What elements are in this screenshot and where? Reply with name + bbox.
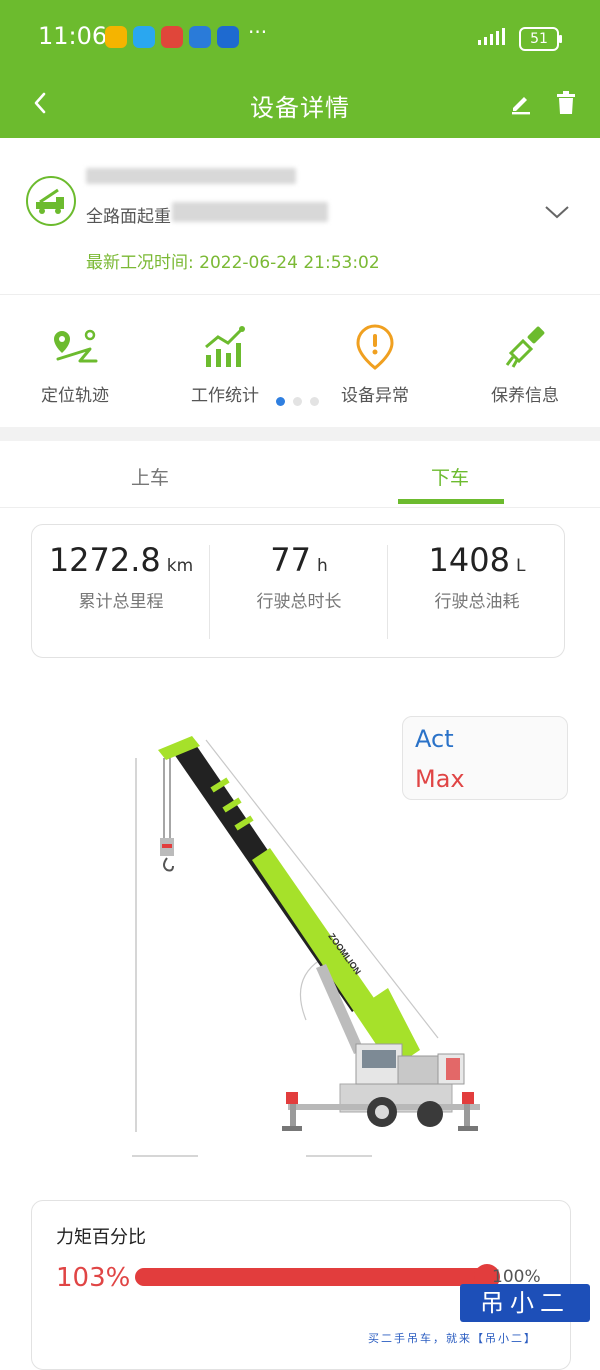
torque-progress-bar [135,1264,500,1290]
menu-label: 设备异常 [341,386,409,406]
warning-pin-icon [356,324,394,370]
page-indicator [276,397,319,406]
status-time: 11:06 [38,22,108,50]
stat-mileage: 1272.8 km 累计总里程 [32,541,210,612]
torque-title: 力矩百分比 [56,1227,146,1248]
page-dot [310,397,319,406]
menu-label: 定位轨迹 [41,386,109,406]
stats-card: 1272.8 km 累计总里程 77 h 行驶总时长 1408 L 行驶总油耗 [31,524,565,658]
stat-value: 1272.8 [48,541,161,579]
torque-value: 103% [56,1263,131,1293]
stat-unit: h [316,556,328,576]
bar-chart-icon [205,326,245,367]
latest-condition-label: 最新工况时间: [86,253,194,273]
redacted-name [86,168,296,184]
nav-bar: 设备详情 [0,72,600,138]
page-dot-active [276,397,285,406]
watermark-slogan: 买二手吊车，就来【吊小二】 [368,1332,537,1345]
brush-icon [505,326,545,368]
page-dot [293,397,302,406]
menu-item-work-stats[interactable]: 工作统计 [150,321,300,406]
chevron-down-icon[interactable] [544,204,570,220]
more-notifications: ··· [248,20,268,44]
chat-icon [133,26,155,48]
battery-indicator: 51 [519,27,562,51]
latest-condition-value: 2022-06-24 21:53:02 [199,253,380,273]
browser-icon [189,26,211,48]
weibo-icon [105,26,127,48]
stat-duration: 77 h 行驶总时长 [210,541,388,612]
menu-label: 保养信息 [491,386,559,406]
app-icon [217,26,239,48]
menu-item-location[interactable]: 定位轨迹 [0,321,150,406]
stat-fuel: 1408 L 行驶总油耗 [388,541,566,612]
tab-bar: 上车 下车 [0,441,600,508]
app-header: 11:06 ··· 51 设备详情 [0,0,600,138]
device-summary[interactable]: 全路面起重 最新工况时间: 2022-06-24 21:53:02 [0,138,600,294]
tab-lower[interactable]: 下车 [300,463,600,490]
signal-icon [478,28,505,45]
menu-item-maintenance[interactable]: 保养信息 [450,321,600,406]
stat-value: 77 [270,541,311,579]
stat-caption: 行驶总时长 [256,592,342,612]
news-icon [161,26,183,48]
torque-progress-fill [135,1268,487,1286]
stat-caption: 行驶总油耗 [434,592,520,612]
latest-condition-time: 最新工况时间: 2022-06-24 21:53:02 [86,248,380,273]
tab-upper[interactable]: 上车 [0,463,300,490]
stat-caption: 累计总里程 [78,592,164,612]
edit-icon[interactable] [508,90,534,116]
crane-truck-icon [26,176,76,226]
status-bar: 11:06 ··· 51 [0,0,600,72]
device-type: 全路面起重 [86,207,171,227]
delete-icon[interactable] [554,90,578,116]
quick-menu: 定位轨迹 工作统计 设备异常 保养信息 [0,295,600,427]
watermark-badge: 吊小二 [460,1284,590,1322]
menu-item-anomaly[interactable]: 设备异常 [300,321,450,406]
notification-icons [105,26,239,48]
crane-illustration: ZOOMLION [132,736,480,1157]
section-gap [0,427,600,441]
redacted-serial [172,202,328,222]
stat-unit: km [166,556,194,576]
location-track-icon [54,329,98,363]
tab-active-indicator [398,499,504,504]
stat-unit: L [515,556,526,576]
stat-value: 1408 [428,541,510,579]
